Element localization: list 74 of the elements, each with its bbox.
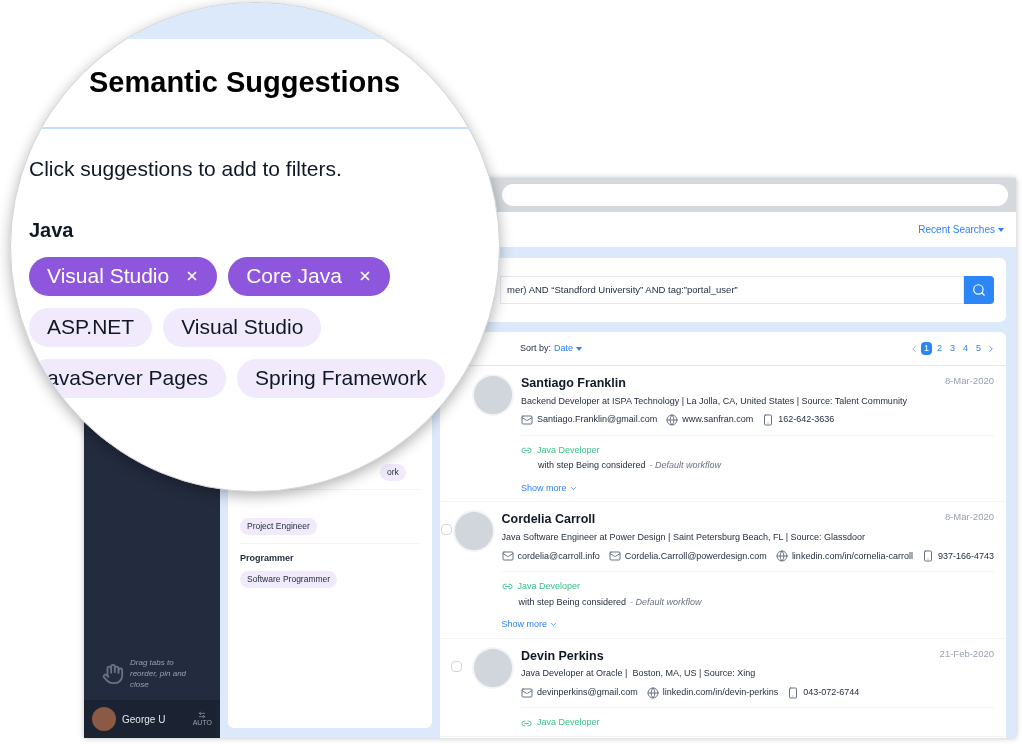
- suggestions-title: Semantic Suggestions: [89, 65, 400, 101]
- user-avatar: [92, 707, 116, 731]
- contact-text: devinperkins@gmail.com: [537, 685, 638, 699]
- workflow-step: with step Being considered: [518, 595, 627, 609]
- workflow-step: with step Being considered: [538, 459, 646, 473]
- recent-searches-dropdown[interactable]: Recent Searches: [918, 222, 1004, 237]
- address-bar[interactable]: [502, 184, 1008, 206]
- suggestion-chip[interactable]: Core Java: [228, 256, 390, 296]
- phone-icon: [787, 686, 800, 699]
- show-more-link[interactable]: Show more: [521, 481, 578, 496]
- contact-text: linkedin.com/in/devin-perkins: [662, 685, 779, 699]
- checkbox[interactable]: [450, 660, 462, 672]
- search-icon: [972, 283, 986, 297]
- globe-icon: [666, 414, 679, 426]
- globe-icon: [646, 686, 659, 699]
- job-link[interactable]: Java Developer: [517, 580, 581, 594]
- show-more-link[interactable]: Show more: [501, 618, 559, 632]
- link-icon: [521, 445, 532, 456]
- candidate-date: 8-Mar-2020: [944, 510, 994, 525]
- page-link[interactable]: 3: [946, 341, 958, 356]
- group-heading: Java: [29, 217, 75, 243]
- candidate-date: 8-Mar-2020: [944, 374, 994, 388]
- mail-icon: [521, 686, 533, 699]
- candidate-headline: Java Developer at Oracle | Boston, MA, US | Source: Xing: [521, 667, 757, 681]
- sort-dropdown[interactable]: Date: [554, 341, 583, 356]
- contact-text: linkedin.com/in/cornelia-carroll: [791, 549, 913, 563]
- suggestion-chip[interactable]: ASP.NET: [29, 307, 153, 347]
- workflow-name: - Default workflow: [649, 459, 722, 473]
- contact-text: www.sanfran.com: [682, 413, 754, 427]
- page-link[interactable]: 4: [959, 341, 971, 356]
- filter-chip[interactable]: Project Engineer: [240, 517, 317, 535]
- suggestion-chip[interactable]: Visual Studio: [163, 307, 322, 347]
- avatar-placeholder: [472, 374, 514, 416]
- search-field[interactable]: mer) AND “Standford University” AND tag:”portal_user”: [500, 276, 964, 304]
- globe-icon: [775, 550, 788, 563]
- page-link[interactable]: 2: [933, 341, 945, 356]
- page-link[interactable]: 5: [973, 341, 984, 356]
- candidate-name[interactable]: Santiago Franklin: [521, 374, 626, 393]
- candidate-name[interactable]: Cordelia Carroll: [501, 510, 596, 529]
- contact-text: 937-166-4743: [937, 549, 994, 563]
- mail-icon: [521, 414, 533, 426]
- workflow-name: - Default workflow: [630, 595, 702, 609]
- filter-chip[interactable]: Software Programmer: [240, 571, 338, 588]
- contact-text: Santiago.Franklin@gmail.com: [537, 413, 658, 427]
- user-name[interactable]: George U: [122, 711, 187, 727]
- next-page-icon[interactable]: [986, 343, 996, 354]
- job-link[interactable]: Java Developer: [537, 716, 600, 730]
- candidate-date: 21-Feb-2020: [939, 646, 994, 661]
- caret-icon: [998, 227, 1004, 232]
- search-button[interactable]: [964, 276, 994, 304]
- contact-text: Cordelia.Carroll@powerdesign.com: [624, 549, 767, 563]
- contact-text: 043-072-6744: [803, 685, 860, 699]
- mail-icon: [608, 550, 621, 563]
- candidate-headline: Java Software Engineer at Power Design | Saint Petersburg Beach, FL | Source: Glassdoor: [501, 531, 867, 544]
- contact-text: cordelia@carroll.info: [517, 549, 600, 563]
- candidate-headline: Backend Developer at ISPA Technology | La Jolla, CA, United States | Source: Talent Community: [521, 394, 908, 408]
- phone-icon: [921, 550, 934, 563]
- drag-hint: Drag tabs to reorder, pin and close: [130, 657, 188, 690]
- mail-icon: [501, 550, 514, 563]
- filter-heading: Programmer: [240, 551, 295, 565]
- phone-icon: [762, 414, 775, 426]
- drag-hand-icon: [102, 662, 124, 685]
- chevron-down-icon: [568, 484, 578, 493]
- filter-chip[interactable]: ork: [380, 464, 406, 481]
- page-link[interactable]: 1: [920, 341, 932, 356]
- job-link[interactable]: Java Developer: [537, 443, 600, 458]
- checkbox[interactable]: [440, 524, 452, 536]
- avatar-placeholder: [472, 646, 514, 689]
- candidate-name[interactable]: Devin Perkins: [521, 646, 604, 666]
- contact-text: 162-642-3636: [778, 413, 835, 427]
- suggestion-chip[interactable]: Spring Framework: [237, 358, 445, 398]
- suggestion-chip[interactable]: Visual Studio: [29, 256, 218, 296]
- sort-label: Sort by:: [520, 341, 551, 355]
- suggestions-instruction: Click suggestions to add to filters.: [29, 156, 343, 182]
